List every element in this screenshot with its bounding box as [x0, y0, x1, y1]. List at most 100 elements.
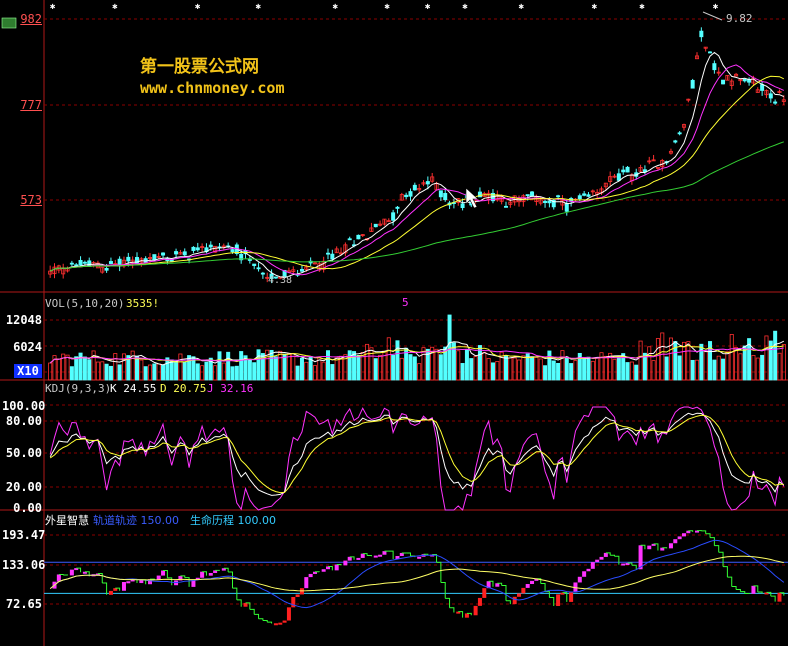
candle-body	[760, 84, 765, 91]
step-block	[677, 536, 682, 540]
candle-body	[543, 200, 548, 204]
step-block	[556, 594, 561, 607]
candle-body	[712, 63, 717, 71]
step-block	[495, 583, 500, 587]
step-line	[714, 545, 720, 553]
volume-bar	[456, 350, 461, 381]
status-marker: ✱	[112, 2, 118, 12]
kdj-tick-0: 0.00	[13, 501, 42, 515]
volume-bar	[651, 360, 656, 381]
volume-bar	[295, 365, 300, 381]
candle-body	[586, 194, 591, 197]
volume-bar	[447, 314, 452, 381]
step-block	[464, 613, 469, 618]
volume-bar	[213, 365, 218, 381]
volume-bar	[165, 357, 170, 381]
kdj-tick-100: 100.00	[2, 399, 46, 413]
volume-bar	[291, 352, 296, 381]
step-line	[736, 588, 741, 592]
volume-bar	[595, 357, 600, 381]
candle-body	[460, 203, 465, 209]
candle-body	[182, 251, 187, 256]
candle-body	[230, 249, 235, 253]
candle-body	[356, 234, 361, 240]
step-block	[295, 594, 300, 597]
candle-body	[87, 260, 92, 267]
volume-bar	[356, 355, 361, 381]
volume-bar	[538, 358, 543, 381]
step-block	[304, 577, 309, 589]
status-marker: ✱	[592, 2, 598, 12]
step-line	[58, 573, 64, 576]
volume-bar	[113, 353, 118, 381]
candle-body	[256, 267, 261, 270]
step-line	[723, 566, 728, 578]
status-marker: ✱	[639, 2, 645, 12]
custom-indicator-label: 外星智慧	[45, 514, 89, 527]
status-marker: ✱	[333, 2, 339, 12]
candle-body	[108, 261, 113, 265]
volume-bar	[304, 361, 309, 381]
step-block	[512, 596, 517, 605]
volume-bar	[226, 351, 231, 381]
volume-bar	[204, 361, 209, 381]
step-line	[727, 576, 733, 587]
vol-tick-high: 12048	[5, 313, 42, 327]
volume-bar	[378, 354, 383, 381]
step-line	[731, 586, 737, 590]
volume-bar	[777, 352, 782, 381]
candle-body	[104, 268, 109, 271]
step-block	[282, 620, 287, 623]
volume-bar	[247, 359, 252, 381]
step-block	[286, 607, 291, 621]
step-line	[267, 621, 273, 624]
volume-bar	[703, 350, 708, 381]
volume-bar	[629, 361, 634, 381]
step-block	[482, 588, 487, 598]
step-line	[540, 583, 546, 592]
volume-bar	[634, 364, 639, 381]
status-marker: ✱	[462, 2, 468, 12]
step-block	[308, 573, 313, 578]
volume-bar	[495, 361, 500, 381]
candle-body	[768, 93, 773, 99]
status-marker: ✱	[195, 2, 201, 12]
candle-body	[503, 205, 508, 208]
volume-bar	[95, 361, 100, 381]
candle-body	[78, 259, 83, 266]
step-block	[668, 543, 673, 549]
volume-bar	[69, 366, 74, 381]
volume-bar	[616, 356, 621, 381]
volume-bar	[152, 363, 157, 381]
volume-bar	[677, 355, 682, 381]
step-line	[718, 551, 724, 567]
volume-bar	[469, 358, 474, 381]
volume-bar	[521, 355, 526, 381]
volume-bar	[556, 362, 561, 381]
step-block	[681, 533, 686, 537]
volume-bar	[551, 360, 556, 381]
volume-bar	[438, 354, 443, 381]
volume-bar	[139, 359, 144, 381]
candle-body	[408, 191, 413, 197]
volume-bar	[312, 365, 317, 381]
step-block	[473, 605, 478, 616]
volume-bar	[299, 357, 304, 381]
kdj-d-label: D 20.75	[160, 382, 207, 395]
step-block	[161, 570, 166, 576]
volume-bar	[512, 357, 517, 381]
volume-bar	[161, 364, 166, 381]
step-block	[343, 560, 348, 566]
status-marker: ✱	[713, 2, 719, 12]
candle-body	[616, 173, 621, 181]
vol-tick-mid: 6024	[13, 340, 42, 354]
candle-body	[395, 206, 400, 209]
volume-bar	[200, 365, 205, 381]
watermark-url: www.chnmoney.com	[140, 79, 285, 97]
volume-bar	[603, 355, 608, 381]
volume-bar	[252, 362, 257, 381]
vol-highlight-label: 5	[402, 296, 409, 309]
step-block	[586, 568, 591, 572]
step-block	[525, 584, 530, 588]
kdj-j-line	[49, 406, 785, 511]
